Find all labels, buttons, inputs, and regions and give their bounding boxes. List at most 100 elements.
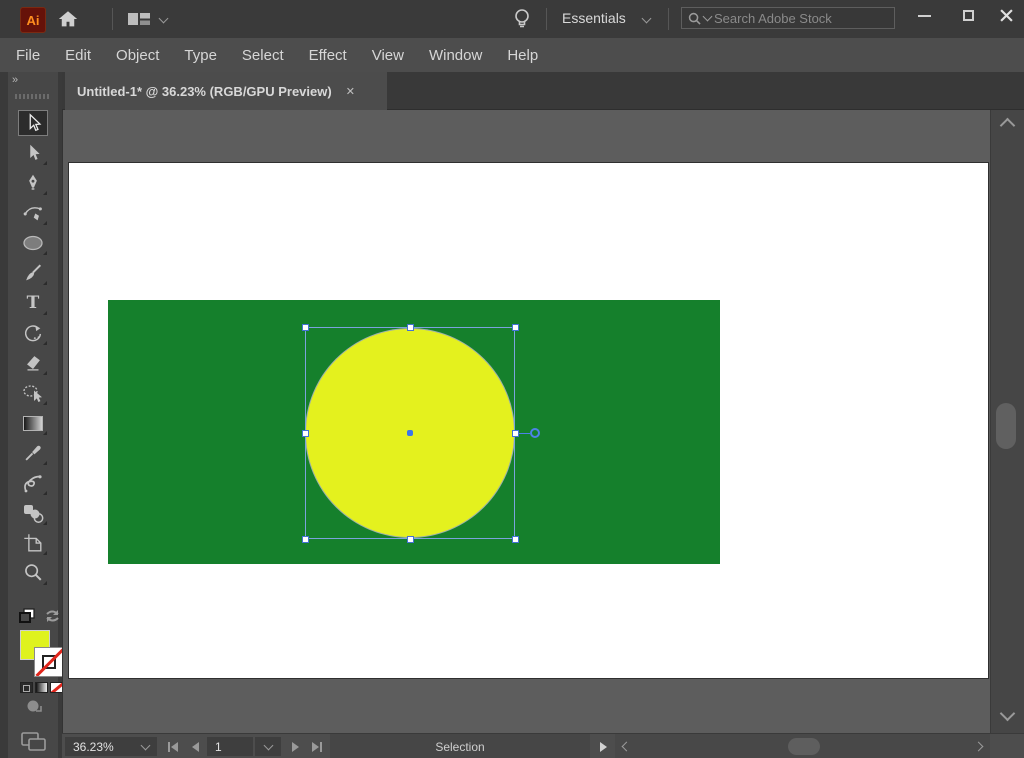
menu-view[interactable]: View	[372, 47, 404, 64]
next-triangle-icon	[292, 742, 299, 752]
artboard[interactable]	[68, 162, 989, 679]
search-scope-chevron-icon[interactable]	[703, 12, 713, 22]
rotate-tool[interactable]	[18, 320, 48, 346]
arrange-documents-icon[interactable]	[128, 12, 152, 32]
type-tool-glyph: T	[27, 295, 40, 312]
titlebar-separator	[546, 8, 547, 30]
previous-artboard-button[interactable]	[185, 737, 205, 756]
selection-handle-se[interactable]	[512, 536, 519, 543]
menu-window[interactable]: Window	[429, 47, 482, 64]
ellipse-tool[interactable]	[18, 230, 48, 256]
selection-handle-nw[interactable]	[302, 324, 309, 331]
scroll-down-icon[interactable]	[1000, 706, 1016, 722]
document-tab-close-icon[interactable]: ✕	[346, 85, 355, 98]
status-menu-button[interactable]	[593, 737, 613, 756]
panel-grip-handle[interactable]	[15, 94, 51, 99]
paintbrush-tool[interactable]	[18, 260, 48, 286]
status-bar: 36.23% 1 Selection	[62, 733, 1024, 758]
home-icon[interactable]	[57, 8, 79, 35]
menu-object[interactable]: Object	[116, 47, 159, 64]
curvature-tool[interactable]	[18, 200, 48, 226]
artboard-chevron-icon	[263, 740, 273, 750]
shape-builder-tool[interactable]	[18, 380, 48, 406]
document-tab-bar: Untitled-1* @ 36.23% (RGB/GPU Preview) ✕	[62, 72, 1024, 110]
zoom-chevron-icon	[141, 740, 151, 750]
close-icon	[1000, 9, 1013, 22]
app-logo-icon: Ai	[20, 7, 46, 33]
gradient-mode-button[interactable]	[35, 682, 48, 693]
selection-handle-w[interactable]	[302, 430, 309, 437]
discover-lightbulb-icon[interactable]	[512, 7, 532, 36]
app-logo-text: Ai	[27, 13, 40, 28]
artboard-tool[interactable]	[18, 530, 48, 556]
scroll-up-icon[interactable]	[1000, 118, 1016, 134]
vertical-scrollbar-thumb[interactable]	[996, 403, 1016, 449]
color-mode-icon	[23, 685, 30, 692]
document-tab[interactable]: Untitled-1* @ 36.23% (RGB/GPU Preview) ✕	[65, 72, 387, 110]
zoom-level-value: 36.23%	[65, 740, 114, 754]
horizontal-scrollbar-thumb[interactable]	[788, 738, 820, 755]
zoom-level-dropdown[interactable]: 36.23%	[65, 737, 157, 756]
first-bar-icon	[168, 742, 170, 752]
horizontal-scrollbar[interactable]	[615, 734, 990, 758]
gradient-tool[interactable]	[18, 410, 48, 436]
selection-center-point[interactable]	[407, 430, 413, 436]
selection-tool[interactable]	[18, 110, 48, 136]
artboard-dropdown-button[interactable]	[255, 737, 281, 756]
blend-tool[interactable]	[18, 500, 48, 526]
title-bar: Ai Essentials	[0, 0, 1024, 38]
default-fill-stroke-icon[interactable]	[19, 608, 36, 629]
status-menu-icon	[600, 742, 607, 752]
window-minimize-button[interactable]	[902, 0, 946, 31]
screen-mode-button[interactable]	[21, 732, 47, 757]
first-artboard-button[interactable]	[163, 737, 183, 756]
selection-handle-e[interactable]	[512, 430, 519, 437]
scroll-left-icon[interactable]	[622, 742, 632, 752]
selection-handle-sw[interactable]	[302, 536, 309, 543]
canvas-area[interactable]	[62, 110, 990, 733]
adobe-stock-search-input[interactable]: Search Adobe Stock	[681, 7, 895, 29]
status-label: Selection	[435, 740, 484, 754]
scroll-right-icon[interactable]	[974, 742, 984, 752]
tool-list: T	[8, 110, 58, 586]
illustrator-window: Ai Essentials	[0, 0, 1024, 758]
corner-widget-line	[519, 433, 530, 434]
swap-fill-stroke-icon[interactable]	[44, 608, 61, 629]
menu-file[interactable]: File	[16, 47, 40, 64]
last-artboard-button[interactable]	[307, 737, 327, 756]
status-display[interactable]: Selection	[330, 734, 590, 758]
last-triangle-icon	[312, 742, 319, 752]
puppet-warp-tool[interactable]	[18, 470, 48, 496]
panel-expand-icon[interactable]: »	[12, 74, 17, 86]
menu-select[interactable]: Select	[242, 47, 284, 64]
tools-dock: »	[0, 72, 62, 758]
selection-handle-n[interactable]	[407, 324, 414, 331]
menu-type[interactable]: Type	[184, 47, 217, 64]
menu-effect[interactable]: Effect	[309, 47, 347, 64]
workspace-label: Essentials	[562, 10, 626, 26]
eyedropper-tool[interactable]	[18, 440, 48, 466]
zoom-tool[interactable]	[18, 560, 48, 586]
selection-handle-ne[interactable]	[512, 324, 519, 331]
menu-help[interactable]: Help	[507, 47, 538, 64]
arrange-documents-chevron-icon[interactable]	[159, 14, 169, 24]
color-mode-button[interactable]	[20, 682, 33, 693]
eraser-tool[interactable]	[18, 350, 48, 376]
next-artboard-button[interactable]	[285, 737, 305, 756]
maximize-icon	[963, 10, 974, 21]
vertical-scrollbar[interactable]	[990, 110, 1024, 733]
draw-mode-button[interactable]	[25, 698, 43, 721]
pen-tool[interactable]	[18, 170, 48, 196]
workspace-chevron-icon[interactable]	[642, 14, 652, 24]
artboard-number-field[interactable]: 1	[207, 737, 253, 756]
window-close-button[interactable]	[984, 0, 1024, 31]
artboard-number-value: 1	[207, 740, 222, 754]
direct-selection-tool[interactable]	[18, 140, 48, 166]
prev-triangle-icon	[192, 742, 199, 752]
type-tool[interactable]: T	[18, 290, 48, 316]
workspace-switcher[interactable]: Essentials	[562, 10, 626, 26]
corner-widget-handle[interactable]	[530, 428, 540, 438]
selection-handle-s[interactable]	[407, 536, 414, 543]
stroke-color-swatch[interactable]	[34, 647, 64, 677]
menu-edit[interactable]: Edit	[65, 47, 91, 64]
